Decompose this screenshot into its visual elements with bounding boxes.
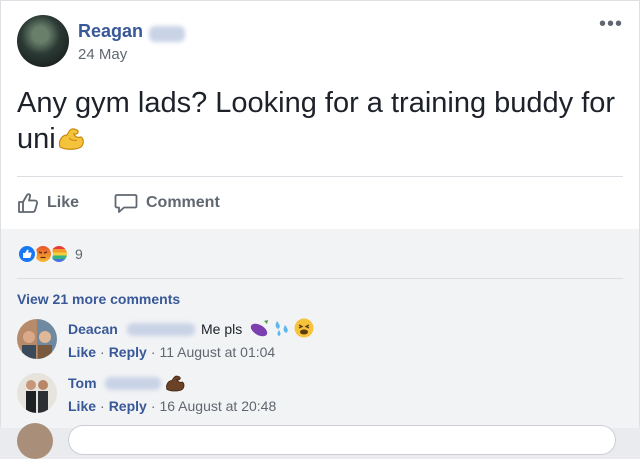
more-options-icon[interactable]: •••	[599, 13, 623, 36]
comment-time[interactable]: 11 August at 01:04	[159, 344, 275, 360]
reaction-count[interactable]: 9	[75, 246, 83, 262]
author-name[interactable]: Reagan	[78, 21, 143, 42]
flexed-biceps-dark-icon	[166, 375, 185, 392]
comment-reply-link[interactable]: Reply	[109, 398, 147, 414]
commenter-name[interactable]: Tom	[68, 375, 97, 391]
comment-text: Me pls	[201, 321, 243, 337]
post-date[interactable]: 24 May	[78, 46, 127, 63]
comment-meta: Like · Reply · 16 August at 20:48	[68, 398, 277, 414]
comment-emojis	[249, 317, 315, 339]
post-text: Any gym lads? Looking for a training bud…	[17, 85, 627, 157]
comment-meta: Like · Reply · 11 August at 01:04	[68, 344, 276, 360]
write-comment-input[interactable]	[68, 425, 616, 455]
commenter-name[interactable]: Deacan	[68, 321, 118, 337]
author-avatar[interactable]	[17, 15, 69, 67]
tired-face-icon	[294, 318, 314, 338]
comment-time[interactable]: 16 August at 20:48	[159, 398, 276, 414]
like-label: Like	[47, 194, 80, 211]
flexed-biceps-icon	[56, 123, 86, 151]
sweat-droplets-icon	[275, 321, 288, 336]
comment-like-link[interactable]: Like	[68, 398, 96, 414]
commenter-avatar[interactable]	[17, 373, 57, 413]
comment-like-link[interactable]: Like	[68, 344, 96, 360]
redacted-surname	[105, 377, 161, 390]
redacted-surname	[149, 26, 185, 42]
post-card: Reagan 24 May ••• Any gym lads? Looking …	[0, 0, 640, 459]
reactions-summary[interactable]: 9	[17, 244, 83, 264]
thumbs-up-icon	[18, 193, 39, 213]
eggplant-icon	[250, 320, 268, 337]
divider	[17, 278, 623, 279]
view-more-comments-link[interactable]: View 21 more comments	[17, 291, 180, 307]
comment-button[interactable]: Comment	[114, 189, 220, 217]
like-reaction-icon	[17, 244, 37, 264]
comment-reply-link[interactable]: Reply	[109, 344, 147, 360]
like-button[interactable]: Like	[17, 189, 79, 217]
current-user-avatar	[17, 423, 53, 459]
comment-emojis	[164, 371, 186, 393]
comment-label: Comment	[146, 194, 220, 211]
speech-bubble-icon	[114, 194, 138, 213]
divider	[17, 176, 623, 177]
post-text-content: Any gym lads? Looking for a training bud…	[17, 87, 616, 155]
redacted-surname	[127, 323, 195, 336]
commenter-avatar[interactable]	[17, 319, 57, 359]
